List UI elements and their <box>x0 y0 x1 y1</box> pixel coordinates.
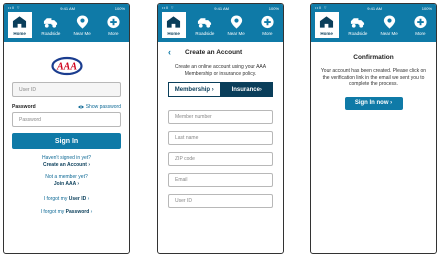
tow-truck-icon <box>198 18 212 28</box>
map-pin-icon <box>230 15 242 29</box>
nav-more[interactable]: More <box>408 15 432 36</box>
status-time: 9:41 AM <box>367 5 382 11</box>
password-input[interactable]: Password <box>12 112 121 127</box>
nav-roadside-label: Roadside <box>195 31 215 36</box>
nav-more-label: More <box>415 31 426 36</box>
join-aaa-link[interactable]: Join AAA › <box>4 181 129 188</box>
zip-code-field[interactable]: ZIP code <box>168 152 273 166</box>
status-time: 9:41 AM <box>214 5 229 11</box>
status-bar: ••ll ⌔ 9:41 AM 100% <box>311 4 436 12</box>
account-type-toggle: Membership › Insurance› <box>168 82 273 97</box>
forgot-pwd-bold: Password <box>65 209 90 215</box>
plus-circle-icon <box>414 15 427 29</box>
sign-in-now-button[interactable]: Sign In now › <box>344 96 403 110</box>
map-pin-icon <box>383 15 395 29</box>
plus-circle-icon <box>261 15 274 29</box>
email-field[interactable]: Email <box>168 173 273 187</box>
nav-home[interactable]: Home <box>7 12 32 38</box>
create-account-description: Create an online account using your AAA … <box>174 64 267 77</box>
status-time: 9:41 AM <box>60 5 75 11</box>
house-icon <box>13 16 27 28</box>
nav-home[interactable]: Home <box>314 12 339 38</box>
map-pin-icon <box>76 15 88 29</box>
sign-in-button[interactable]: Sign In <box>12 133 121 149</box>
page-header: ‹ Create an Account <box>158 42 283 62</box>
nav-more[interactable]: More <box>101 15 125 36</box>
confirmation-message: Your account has been created. Please cl… <box>320 68 427 87</box>
user-id-input[interactable]: User ID <box>12 82 121 97</box>
show-password-toggle[interactable]: Show password <box>77 104 121 110</box>
top-nav-bar: Home Roadside Near Me More <box>158 12 283 42</box>
forgot-user-id-link[interactable]: I forgot my User ID › <box>4 196 129 202</box>
back-chevron-icon[interactable]: ‹ <box>168 47 171 57</box>
nav-roadside[interactable]: Roadside <box>193 15 217 36</box>
password-label-row: Password Show password <box>12 104 121 110</box>
create-account-block: Haven't signed in yet? Create an Account… <box>4 155 129 168</box>
last-name-field[interactable]: Last name <box>168 131 273 145</box>
status-bar: ••ll ⌔ 9:41 AM 100% <box>4 4 129 12</box>
nav-home-label: Home <box>13 31 26 36</box>
aaa-logo: AAA <box>50 56 83 76</box>
forgot-user-suffix: › <box>86 196 90 202</box>
eye-icon <box>77 105 84 109</box>
tow-truck-icon <box>44 18 58 28</box>
nav-near-me-label: Near Me <box>380 31 398 36</box>
forgot-password-link[interactable]: I forgot my Password › <box>4 209 129 215</box>
signal-indicator: ••ll ⌔ <box>315 5 328 10</box>
top-nav-bar: Home Roadside Near Me More <box>4 12 129 42</box>
page-title: Create an Account <box>185 48 243 56</box>
nav-roadside[interactable]: Roadside <box>39 15 63 36</box>
battery-indicator: 100% <box>114 5 125 11</box>
nav-more[interactable]: More <box>255 15 279 36</box>
forgot-pwd-prefix: I forgot my <box>40 209 66 215</box>
nav-near-me[interactable]: Near Me <box>377 15 401 36</box>
nav-more-label: More <box>262 31 273 36</box>
nav-roadside-label: Roadside <box>41 31 61 36</box>
nav-near-me[interactable]: Near Me <box>224 15 248 36</box>
svg-text:AAA: AAA <box>55 62 76 73</box>
create-account-form: Member number Last name ZIP code Email U… <box>158 110 283 208</box>
battery-indicator: 100% <box>268 5 279 11</box>
tab-insurance[interactable]: Insurance› <box>220 82 273 97</box>
signal-indicator: ••ll ⌔ <box>162 5 175 10</box>
signal-indicator: ••ll ⌔ <box>8 5 21 10</box>
create-account-link[interactable]: Create an Account › <box>4 162 129 169</box>
phone-confirmation-screen: ••ll ⌔ 9:41 AM 100% Home Roadside Near M… <box>310 3 437 254</box>
nav-near-me-label: Near Me <box>227 31 245 36</box>
nav-roadside[interactable]: Roadside <box>346 15 370 36</box>
nav-more-label: More <box>108 31 119 36</box>
forgot-pwd-suffix: › <box>89 209 93 215</box>
forgot-user-prefix: I forgot my <box>43 196 69 202</box>
top-nav-bar: Home Roadside Near Me More <box>311 12 436 42</box>
show-password-label: Show password <box>85 104 121 110</box>
join-block: Not a member yet? Join AAA › <box>4 174 129 187</box>
tow-truck-icon <box>351 18 365 28</box>
nav-home-label: Home <box>320 31 333 36</box>
nav-near-me[interactable]: Near Me <box>70 15 94 36</box>
tab-membership[interactable]: Membership › <box>168 82 221 97</box>
phone-sign-in-screen: ••ll ⌔ 9:41 AM 100% Home Roadside Near M… <box>3 3 130 254</box>
plus-circle-icon <box>107 15 120 29</box>
nav-near-me-label: Near Me <box>73 31 91 36</box>
status-bar: ••ll ⌔ 9:41 AM 100% <box>158 4 283 12</box>
battery-indicator: 100% <box>421 5 432 11</box>
house-icon <box>320 16 334 28</box>
house-icon <box>167 16 181 28</box>
phone-create-account-screen: ••ll ⌔ 9:41 AM 100% Home Roadside Near M… <box>157 3 284 254</box>
nav-roadside-label: Roadside <box>348 31 368 36</box>
user-id-field[interactable]: User ID <box>168 194 273 208</box>
nav-home-label: Home <box>167 31 180 36</box>
nav-home[interactable]: Home <box>161 12 186 38</box>
member-number-field[interactable]: Member number <box>168 110 273 124</box>
password-label: Password <box>12 104 36 110</box>
confirmation-title: Confirmation <box>353 54 394 61</box>
forgot-user-bold: User ID <box>68 196 87 202</box>
